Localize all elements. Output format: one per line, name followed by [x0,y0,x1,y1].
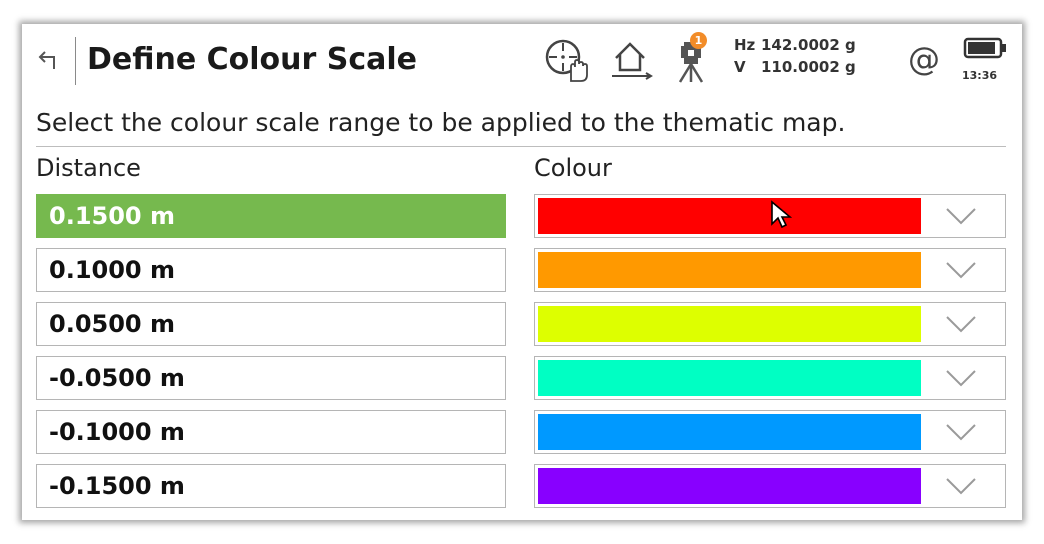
chevron-down-icon [946,208,976,225]
chevron-down-icon [946,316,976,333]
clock: 13:36 [962,69,998,82]
colour-swatch [538,198,921,234]
colour-dropdown[interactable] [534,248,1006,292]
distance-column-header: Distance [36,154,141,182]
back-arrow-icon [38,51,55,69]
distance-field[interactable]: 0.1500 m [36,194,506,238]
colour-dropdown[interactable] [534,464,1006,508]
distance-field[interactable]: 0.1000 m [36,248,506,292]
distance-field[interactable]: -0.1500 m [36,464,506,508]
connection-button[interactable]: @ [902,38,946,82]
svg-text:@: @ [908,40,940,78]
distance-field[interactable]: -0.0500 m [36,356,506,400]
angle-readout: Hz 142.0002 g V 110.0002 g [734,34,884,78]
hz-value: 142.0002 g [761,36,856,54]
instruction-text: Select the colour scale range to be appl… [36,108,846,137]
instrument-status-button[interactable]: 1 [666,32,718,86]
v-label: V [734,58,746,76]
chevron-down-icon [946,262,976,279]
chevron-down-icon [946,478,976,495]
colour-dropdown[interactable] [534,356,1006,400]
colour-swatch [538,468,921,504]
title-bar: Define Colour Scale 1 Hz 142.0002 g V 11… [22,24,1022,96]
at-icon: @ [908,40,940,78]
title-divider [75,37,76,85]
colour-dropdown[interactable] [534,410,1006,454]
colour-column-header: Colour [534,154,612,182]
colour-swatch [538,306,921,342]
notification-badge: 1 [690,32,707,49]
home-icon [612,42,653,80]
app-window: Define Colour Scale 1 Hz 142.0002 g V 11… [22,24,1022,520]
distance-field[interactable]: -0.1000 m [36,410,506,454]
chevron-down-icon [946,424,976,441]
v-value: 110.0002 g [761,58,856,76]
battery-icon [963,37,1006,59]
target-hand-button[interactable] [540,34,592,86]
colour-dropdown[interactable] [534,302,1006,346]
divider [36,146,1006,147]
target-hand-icon [545,39,588,82]
back-button[interactable] [32,42,68,78]
colour-swatch [538,360,921,396]
hz-label: Hz [734,36,756,54]
colour-swatch [538,414,921,450]
home-button[interactable] [606,34,658,86]
chevron-down-icon [946,370,976,387]
battery-status [962,34,1008,62]
distance-field[interactable]: 0.0500 m [36,302,506,346]
mouse-cursor-icon [771,200,792,229]
colour-swatch [538,252,921,288]
page-title: Define Colour Scale [87,42,418,77]
